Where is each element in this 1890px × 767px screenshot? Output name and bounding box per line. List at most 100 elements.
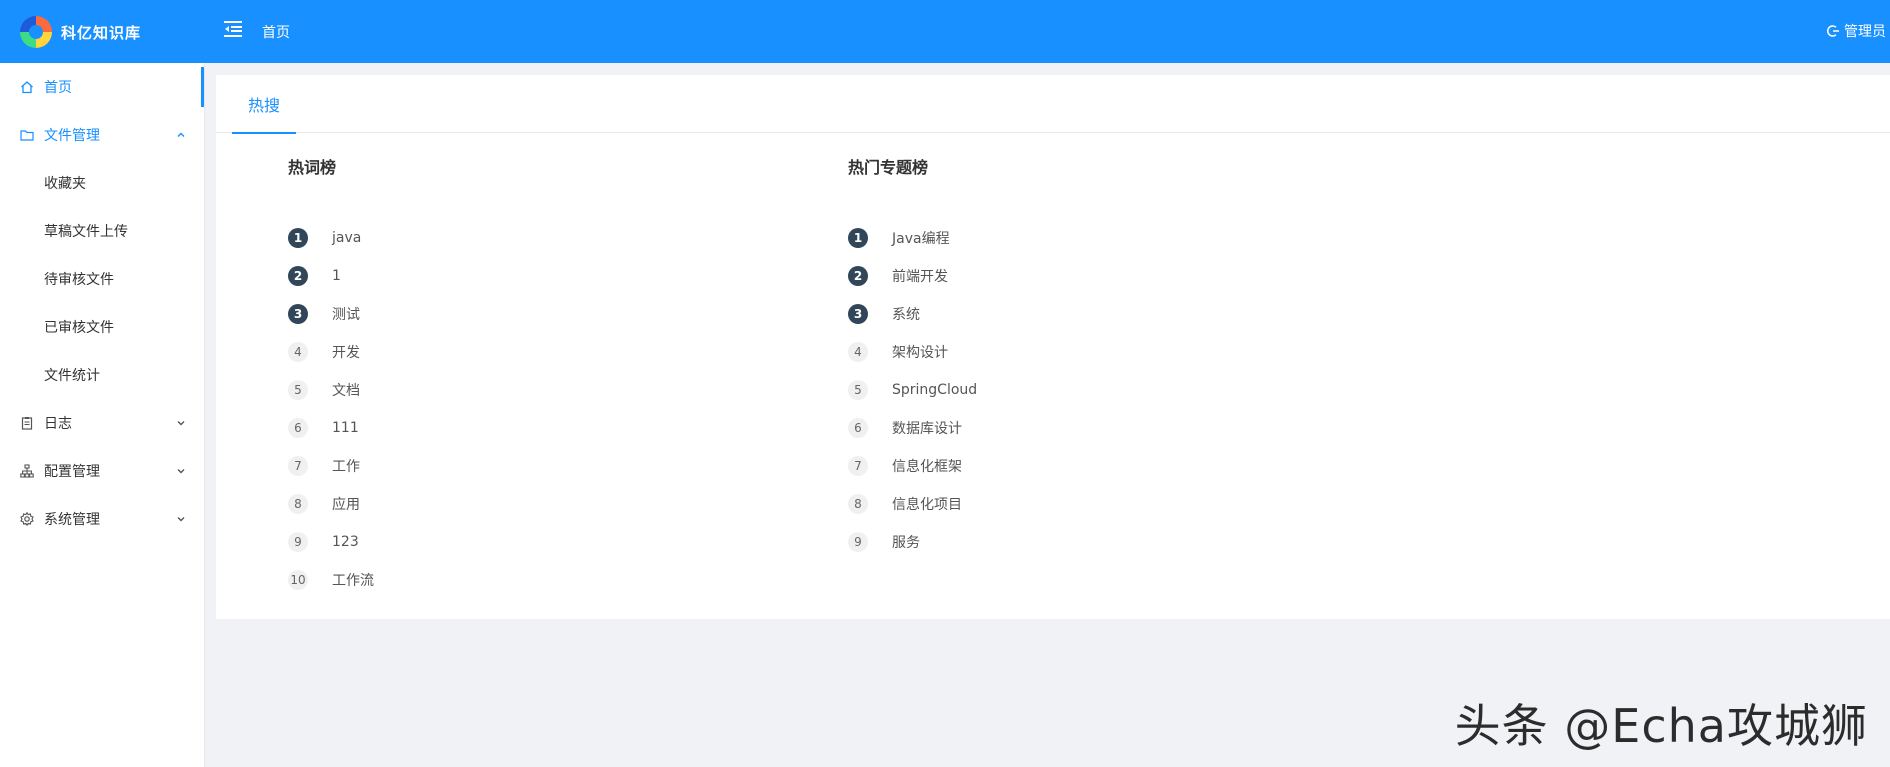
menu-toggle-button[interactable]	[222, 18, 244, 40]
rank-badge: 6	[848, 418, 868, 438]
rank-badge: 3	[288, 304, 308, 324]
clipboard-icon	[20, 416, 34, 430]
rank-label: 123	[332, 534, 359, 550]
rank-badge: 5	[848, 380, 868, 400]
hot-search-card: 热搜 热词榜 1 java 2 1 3 测试 4 开发 5 文档 6 111 7…	[216, 75, 1890, 619]
list-item[interactable]: 2 前端开发	[848, 257, 948, 295]
app-title: 科亿知识库	[61, 23, 142, 42]
hot-topics-title: 热门专题榜	[848, 158, 929, 177]
list-item[interactable]: 2 1	[288, 257, 341, 295]
list-item[interactable]: 9 123	[288, 523, 359, 561]
list-item[interactable]: 5 文档	[288, 371, 360, 409]
sidebar-item-label: 首页	[44, 80, 72, 96]
rank-badge: 9	[848, 532, 868, 552]
rank-badge: 8	[848, 494, 868, 514]
top-header: 科亿知识库 首页 管理员	[0, 0, 1890, 63]
list-item[interactable]: 1 Java编程	[848, 219, 950, 257]
list-item[interactable]: 4 开发	[288, 333, 360, 371]
sidebar-item-home[interactable]: 首页	[0, 63, 204, 111]
hot-words-title: 热词榜	[288, 158, 337, 177]
rank-label: 前端开发	[892, 269, 948, 285]
rank-label: Java编程	[892, 231, 950, 247]
list-item[interactable]: 3 测试	[288, 295, 360, 333]
watermark: 头条 @Echa攻城狮	[1454, 699, 1868, 753]
rank-badge: 8	[288, 494, 308, 514]
folder-icon	[20, 128, 34, 142]
list-item[interactable]: 6 111	[288, 409, 359, 447]
sidebar-subitem-file-stats[interactable]: 文件统计	[0, 351, 204, 399]
sidebar-subitem-reviewed[interactable]: 已审核文件	[0, 303, 204, 351]
rank-label: 架构设计	[892, 345, 948, 361]
user-name: 管理员	[1844, 24, 1886, 40]
sidebar-subitem-draft-upload[interactable]: 草稿文件上传	[0, 207, 204, 255]
sidebar-item-label: 系统管理	[44, 512, 100, 528]
sidebar-subitem-favorites[interactable]: 收藏夹	[0, 159, 204, 207]
sidebar-item-label: 日志	[44, 416, 72, 432]
gear-icon	[20, 512, 34, 526]
sitemap-icon	[20, 464, 34, 478]
rank-badge: 1	[288, 228, 308, 248]
rank-badge: 9	[288, 532, 308, 552]
rank-badge: 5	[288, 380, 308, 400]
rank-badge: 2	[288, 266, 308, 286]
rank-label: 信息化框架	[892, 459, 962, 475]
list-item[interactable]: 3 系统	[848, 295, 920, 333]
sidebar: 首页 文件管理 收藏夹 草稿文件上传 待审核文件 已审核文件 文件统计 日志 配…	[0, 63, 205, 767]
list-item[interactable]: 10 工作流	[288, 561, 374, 599]
tab-bar: 热搜	[216, 75, 1890, 134]
rank-badge: 6	[288, 418, 308, 438]
rank-label: 系统	[892, 307, 920, 323]
list-item[interactable]: 8 信息化项目	[848, 485, 962, 523]
sidebar-item-system[interactable]: 系统管理	[0, 495, 204, 543]
list-item[interactable]: 5 SpringCloud	[848, 371, 977, 409]
rank-badge: 4	[288, 342, 308, 362]
rank-badge: 3	[848, 304, 868, 324]
rank-badge: 7	[288, 456, 308, 476]
rank-label: java	[332, 230, 362, 246]
sidebar-item-file-management[interactable]: 文件管理	[0, 111, 204, 159]
rank-badge: 1	[848, 228, 868, 248]
hot-words-panel: 热词榜 1 java 2 1 3 测试 4 开发 5 文档 6 111 7 工作…	[288, 157, 374, 590]
hot-topics-panel: 热门专题榜 1 Java编程 2 前端开发 3 系统 4 架构设计 5 Spri…	[848, 157, 977, 552]
tab-hot-search[interactable]: 热搜	[232, 75, 296, 134]
rank-badge: 10	[288, 570, 308, 590]
list-item[interactable]: 1 java	[288, 219, 361, 257]
list-item[interactable]: 7 信息化框架	[848, 447, 962, 485]
rank-label: 文档	[332, 383, 360, 399]
list-item[interactable]: 4 架构设计	[848, 333, 948, 371]
rank-label: 数据库设计	[892, 421, 962, 437]
breadcrumb[interactable]: 首页	[262, 22, 290, 42]
sidebar-item-label: 文件管理	[44, 128, 100, 144]
rank-label: SpringCloud	[892, 382, 978, 398]
sidebar-item-logs[interactable]: 日志	[0, 399, 204, 447]
rank-label: 1	[332, 268, 341, 284]
rank-label: 应用	[332, 497, 360, 513]
sidebar-item-config[interactable]: 配置管理	[0, 447, 204, 495]
home-icon	[20, 80, 34, 94]
logout-icon	[1827, 25, 1839, 37]
list-item[interactable]: 7 工作	[288, 447, 360, 485]
chevron-up-icon	[177, 132, 185, 137]
chevron-down-icon	[177, 421, 185, 426]
menu-fold-icon	[224, 21, 242, 37]
rank-label: 111	[332, 420, 359, 436]
rank-badge: 4	[848, 342, 868, 362]
sidebar-item-label: 配置管理	[44, 464, 100, 480]
rank-badge: 2	[848, 266, 868, 286]
rank-label: 服务	[892, 535, 920, 551]
sidebar-subitem-pending-review[interactable]: 待审核文件	[0, 255, 204, 303]
user-menu[interactable]: 管理员	[1826, 21, 1886, 41]
chevron-down-icon	[177, 469, 185, 474]
rank-label: 工作流	[332, 573, 374, 589]
rank-label: 测试	[332, 307, 360, 323]
chevron-down-icon	[177, 517, 185, 522]
rank-label: 工作	[332, 459, 360, 475]
rank-label: 开发	[332, 345, 360, 361]
list-item[interactable]: 9 服务	[848, 523, 920, 561]
list-item[interactable]: 6 数据库设计	[848, 409, 962, 447]
rank-label: 信息化项目	[892, 497, 962, 513]
logo-icon	[20, 16, 52, 48]
rank-badge: 7	[848, 456, 868, 476]
app-logo[interactable]: 科亿知识库	[20, 16, 141, 48]
list-item[interactable]: 8 应用	[288, 485, 360, 523]
